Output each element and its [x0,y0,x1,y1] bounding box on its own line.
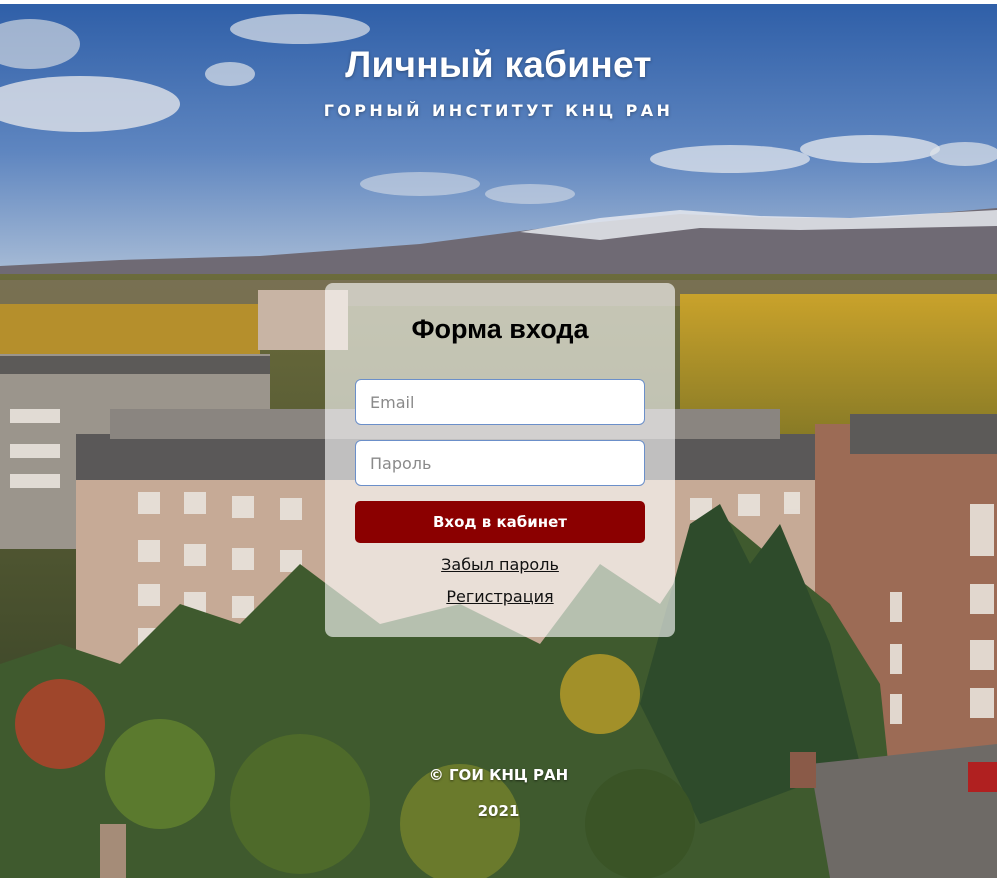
login-button[interactable]: Вход в кабинет [355,501,645,543]
page-title: Личный кабинет [345,44,652,85]
footer-year: 2021 [477,802,520,820]
register-link[interactable]: Регистрация [325,587,675,606]
login-page: Личный кабинет ГОРНЫЙ ИНСТИТУТ КНЦ РАН Ф… [0,0,997,878]
form-title: Форма входа [411,314,589,344]
login-form: Форма входа Вход в кабинет Забыл пароль … [325,283,675,637]
footer-copyright: © ГОИ КНЦ РАН [428,766,569,784]
email-field[interactable] [355,379,645,425]
forgot-password-link[interactable]: Забыл пароль [325,555,675,574]
institute-subtitle: ГОРНЫЙ ИНСТИТУТ КНЦ РАН [323,101,674,120]
password-field[interactable] [355,440,645,486]
